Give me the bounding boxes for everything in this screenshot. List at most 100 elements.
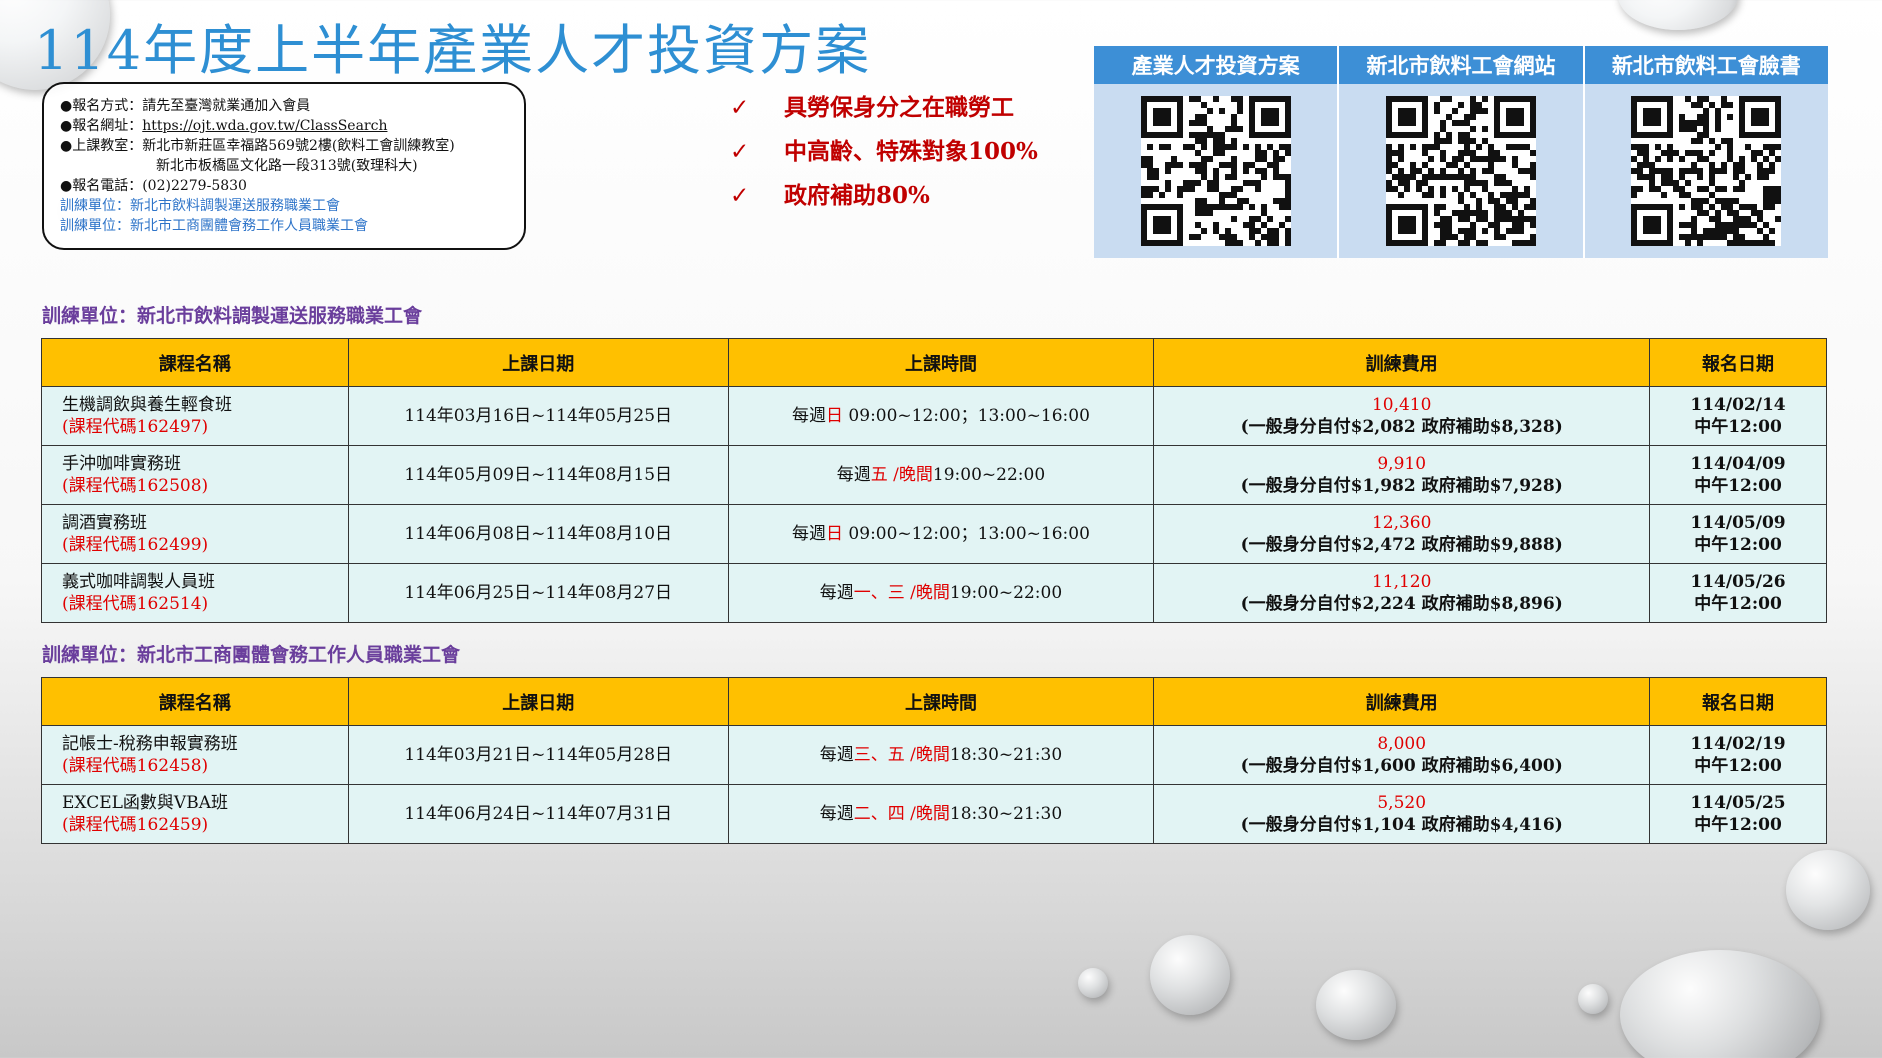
- info-line: ●報名電話：(02)2279-5830: [60, 176, 524, 196]
- section-label: 訓練單位：新北市工商團體會務工作人員職業工會: [42, 644, 461, 666]
- qr-header: 新北市飲料工會網站: [1339, 46, 1585, 84]
- course-name: 調酒實務班: [62, 513, 147, 533]
- course-time-cell: 每週一、三 /晚間19:00~22:00: [727, 563, 1155, 623]
- info-value: 請先至臺灣就業通加入會員: [142, 98, 311, 114]
- course-name: EXCEL函數與VBA班: [62, 793, 228, 813]
- course-time-cell: 每週日 09:00~12:00；13:00~16:00: [727, 504, 1155, 564]
- registration-date-cell: 114/04/09 中午12:00: [1649, 445, 1827, 505]
- registration-date: 114/05/26: [1690, 572, 1786, 592]
- list-item-label: 中高齡、特殊對象100%: [784, 138, 1038, 165]
- course-fee-cell: 8,000 (一般身分自付$1,600 政府補助$6,400): [1153, 725, 1651, 785]
- course-fee: 11,120: [1371, 572, 1432, 592]
- course-dates: 114年06月25日~114年08月27日: [347, 563, 729, 623]
- registration-time: 中午12:00: [1694, 594, 1782, 614]
- info-label: ●報名電話：: [60, 178, 143, 194]
- qr-code-icon[interactable]: [1631, 96, 1782, 246]
- page-title: 114年度上半年產業人才投資方案: [34, 19, 872, 82]
- course-code: (課程代碼162514): [62, 594, 209, 614]
- course-code: (課程代碼162458): [62, 756, 209, 776]
- course-fee-cell: 11,120 (一般身分自付$2,224 政府補助$8,896): [1153, 563, 1651, 623]
- info-value: 新北市板橋區文化路一段313號(致理科大): [156, 158, 418, 174]
- fee-detail: (一般身分自付$2,224 政府補助$8,896): [1240, 594, 1563, 614]
- fee-detail: (一般身分自付$2,472 政府補助$9,888): [1240, 535, 1563, 555]
- water-droplet: [1150, 935, 1230, 1015]
- course-name: 記帳士-稅務申報實務班: [62, 734, 238, 754]
- registration-time: 中午12:00: [1694, 476, 1782, 496]
- column-header: 上課日期: [347, 677, 729, 726]
- water-droplet: [1316, 970, 1396, 1040]
- info-line: ●報名方式：請先至臺灣就業通加入會員: [60, 96, 524, 116]
- table-row: 調酒實務班 (課程代碼162499) 114年06月08日~114年08月10日 每週…: [41, 504, 1827, 564]
- time-prefix: 每週: [792, 406, 827, 426]
- info-line: 訓練單位：新北市工商團體會務工作人員職業工會: [60, 218, 368, 234]
- column-header: 報名日期: [1649, 338, 1827, 387]
- check-icon: ✓: [730, 183, 750, 209]
- fee-detail: (一般身分自付$1,982 政府補助$7,928): [1240, 476, 1563, 496]
- course-dates: 114年06月08日~114年08月10日: [347, 504, 729, 564]
- column-header: 上課時間: [727, 677, 1155, 726]
- section-label: 訓練單位：新北市飲料調製運送服務職業工會: [42, 305, 423, 327]
- course-code: (課程代碼162459): [62, 815, 209, 835]
- registration-date-cell: 114/02/19 中午12:00: [1649, 725, 1827, 785]
- course-fee: 8,000: [1377, 734, 1427, 754]
- fee-detail: (一般身分自付$2,082 政府補助$8,328): [1240, 417, 1563, 437]
- registration-date-cell: 114/05/26 中午12:00: [1649, 563, 1827, 623]
- qr-code-icon[interactable]: [1140, 96, 1291, 246]
- fee-detail: (一般身分自付$1,600 政府補助$6,400): [1240, 756, 1563, 776]
- info-value: (02)2279-5830: [142, 178, 247, 194]
- list-item: ✓ 中高齡、特殊對象100%: [730, 130, 1038, 174]
- time-hours: 09:00~12:00；13:00~16:00: [843, 524, 1090, 544]
- time-hours: 09:00~12:00；13:00~16:00: [843, 406, 1090, 426]
- course-name-cell: EXCEL函數與VBA班 (課程代碼162459): [41, 784, 349, 844]
- time-days: 三、五 /晚間: [853, 745, 950, 765]
- registration-date-cell: 114/05/09 中午12:00: [1649, 504, 1827, 564]
- course-fee: 10,410: [1371, 395, 1432, 415]
- table-row: 記帳士-稅務申報實務班 (課程代碼162458) 114年03月21日~114年05…: [41, 725, 1827, 785]
- time-hours: 19:00~22:00: [949, 583, 1063, 603]
- info-line: 新北市板橋區文化路一段313號(致理科大): [60, 156, 524, 176]
- registration-time: 中午12:00: [1694, 417, 1782, 437]
- info-line: 訓練單位：新北市飲料調製運送服務職業工會: [60, 198, 340, 214]
- time-prefix: 每週: [819, 583, 854, 603]
- column-header: 報名日期: [1649, 677, 1827, 726]
- info-line: ●上課教室：新北市新莊區幸福路569號2樓(飲料工會訓練教室): [60, 136, 524, 156]
- course-name-cell: 生機調飲與養生輕食班 (課程代碼162497): [41, 386, 349, 446]
- info-label: ●上課教室：: [60, 138, 143, 154]
- course-name: 義式咖啡調製人員班: [62, 572, 215, 592]
- water-droplet: [1786, 850, 1870, 930]
- course-fee-cell: 10,410 (一般身分自付$2,082 政府補助$8,328): [1153, 386, 1651, 446]
- time-hours: 18:30~21:30: [949, 745, 1063, 765]
- list-item: ✓ 政府補助80%: [730, 174, 1038, 218]
- qr-code-icon[interactable]: [1385, 96, 1536, 246]
- course-fee-cell: 12,360 (一般身分自付$2,472 政府補助$9,888): [1153, 504, 1651, 564]
- time-prefix: 每週: [819, 804, 854, 824]
- column-header: 上課時間: [727, 338, 1155, 387]
- course-name-cell: 手沖咖啡實務班 (課程代碼162508): [41, 445, 349, 505]
- course-dates: 114年03月21日~114年05月28日: [347, 725, 729, 785]
- course-time-cell: 每週三、五 /晚間18:30~21:30: [727, 725, 1155, 785]
- registration-date: 114/02/14: [1690, 395, 1786, 415]
- course-dates: 114年06月24日~114年07月31日: [347, 784, 729, 844]
- check-icon: ✓: [730, 139, 750, 165]
- course-fee: 12,360: [1371, 513, 1432, 533]
- course-table: 課程名稱 上課日期 上課時間 訓練費用 報名日期 記帳士-稅務申報實務班 (課程代…: [41, 677, 1827, 844]
- qr-code-panel: 產業人才投資方案 新北市飲料工會網站 新北市飲料工會臉書: [1094, 46, 1828, 258]
- registration-url-link[interactable]: https://ojt.wda.gov.tw/ClassSearch: [142, 118, 387, 134]
- course-time-cell: 每週五 /晚間19:00~22:00: [727, 445, 1155, 505]
- column-header: 訓練費用: [1153, 338, 1651, 387]
- time-days: 二、四 /晚間: [853, 804, 950, 824]
- list-item-label: 政府補助80%: [784, 182, 930, 209]
- time-days: 日: [826, 524, 844, 544]
- column-header: 課程名稱: [41, 677, 349, 726]
- info-label: ●報名網址：: [60, 118, 143, 134]
- list-item: ✓ 具勞保身分之在職勞工: [730, 86, 1038, 130]
- course-fee: 9,910: [1377, 454, 1427, 474]
- table-row: EXCEL函數與VBA班 (課程代碼162459) 114年06月24日~114年0…: [41, 784, 1827, 844]
- time-hours: 18:30~21:30: [949, 804, 1063, 824]
- check-icon: ✓: [730, 95, 750, 121]
- course-name: 生機調飲與養生輕食班: [62, 395, 232, 415]
- water-droplet: [1578, 984, 1608, 1014]
- fee-detail: (一般身分自付$1,104 政府補助$4,416): [1240, 815, 1563, 835]
- registration-time: 中午12:00: [1694, 815, 1782, 835]
- registration-date: 114/05/09: [1690, 513, 1786, 533]
